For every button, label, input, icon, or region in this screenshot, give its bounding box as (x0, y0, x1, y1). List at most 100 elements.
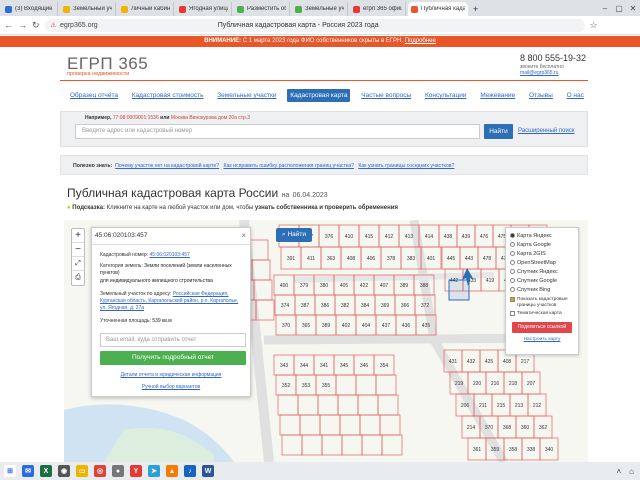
site-info-icon[interactable]: ⚠ (51, 22, 56, 29)
app-circle-icon[interactable]: ● (112, 465, 124, 477)
parcel-boundary (337, 394, 359, 416)
example-address[interactable]: Москва Винокурова дом 20а стр.3 (171, 115, 250, 121)
popup-close-icon[interactable]: × (241, 231, 246, 240)
email-link[interactable]: mail@egrp365.ru (520, 70, 558, 76)
nav-item[interactable]: Образец отчёта (67, 89, 121, 102)
layer-option[interactable]: Карта 2GIS (510, 249, 574, 258)
radio-icon[interactable] (510, 233, 515, 238)
word-icon[interactable]: W (202, 465, 214, 477)
browser-tab[interactable]: егрп 365 официа (350, 2, 406, 16)
telegram-icon[interactable]: ➤ (148, 465, 160, 477)
url-field[interactable]: ⚠ egrp365.org Публичная кадастровая карт… (44, 18, 585, 32)
browser-tab-bar: (3) Входящие — Ру Земельный участ Личный к… (0, 0, 640, 16)
parcel-number: 408 (503, 359, 512, 365)
tab-favicon-icon (353, 5, 360, 13)
phone-number[interactable]: 8 800 555-19-32 (520, 53, 586, 63)
radio-icon[interactable] (510, 260, 515, 265)
radio-icon[interactable] (510, 287, 515, 292)
radio-icon[interactable] (510, 269, 515, 274)
bookmark-star-icon[interactable]: ☆ (590, 20, 598, 31)
browser-tab[interactable]: Личный кабинет (118, 2, 174, 16)
nav-item[interactable]: Кадастровая карта (287, 89, 351, 102)
notice-link[interactable]: Подробнее (405, 38, 436, 44)
maximize-icon[interactable]: ▢ (612, 4, 626, 13)
layer-option[interactable]: Спутник Яндекс (510, 267, 574, 276)
minimize-icon[interactable]: – (598, 4, 612, 13)
app-blue-icon[interactable]: ♪ (184, 465, 196, 477)
chrome-icon[interactable]: ◎ (94, 465, 106, 477)
checkbox[interactable] (510, 297, 515, 302)
nav-item[interactable]: Земельные участки (214, 89, 279, 102)
parcel-number: 368 (503, 425, 512, 431)
network-icon[interactable]: ⌂ (629, 467, 634, 476)
parcel-number: 410 (345, 234, 354, 240)
print-icon[interactable]: ⎙ (72, 271, 84, 285)
parcel-number: 352 (282, 383, 291, 389)
layer-option[interactable]: Спутник Bing (510, 285, 574, 294)
layer-option[interactable]: OpenStreetMap (510, 258, 574, 267)
useful-link-3[interactable]: Как узнать границы соседних участков? (358, 163, 454, 169)
start-button[interactable]: ⊞ (4, 465, 16, 477)
browser-tab[interactable]: Земельный участ (60, 2, 116, 16)
configure-map-link[interactable]: Настроить карту (510, 337, 574, 342)
cad-num-value[interactable]: 45:06:020103:457 (150, 252, 190, 258)
email-input[interactable]: Ваш email, куда отправить отчет (100, 333, 246, 347)
parcel-number: 391 (287, 256, 296, 262)
radio-icon[interactable] (510, 251, 515, 256)
parcel-number: 378 (387, 256, 396, 262)
nav-item[interactable]: О нас (564, 89, 587, 102)
radio-icon[interactable] (510, 242, 515, 247)
search-input[interactable]: Введите адрес или кадастровый номер (75, 124, 480, 139)
mail-app-icon[interactable]: ✉ (22, 465, 34, 477)
chevron-up-icon[interactable]: ˄ (616, 467, 621, 476)
back-icon[interactable]: ← (4, 20, 13, 30)
parcel-number: 406 (367, 256, 376, 262)
get-report-button[interactable]: Получить подробный отчет (100, 351, 246, 365)
checkbox[interactable] (510, 311, 515, 316)
advanced-search-link[interactable]: Расширенный поиск (518, 128, 575, 134)
search-button[interactable]: Найти (484, 124, 513, 139)
browser-tab[interactable]: Ягодная улица — (176, 2, 232, 16)
manual-select-link[interactable]: Ручной выбор вариантов (92, 384, 250, 390)
folder-icon[interactable]: ▭ (76, 465, 88, 477)
browser-tab[interactable]: Разместить объяв (234, 2, 290, 16)
app-orange-icon[interactable]: ▲ (166, 465, 178, 477)
tab-favicon-icon (63, 5, 70, 13)
new-tab-icon[interactable]: + (470, 2, 484, 16)
details-link[interactable]: Детали отчета и юридическая информация (92, 372, 250, 378)
example-cad-num[interactable]: 77:08:0009001:1536 (113, 115, 159, 121)
useful-link-1[interactable]: Почему участок нет на кадастровой карте? (115, 163, 219, 169)
app-icon[interactable]: ◉ (58, 465, 70, 477)
browser-tab[interactable]: (3) Входящие — Ру (2, 2, 58, 16)
nav-item[interactable]: Кадастровая стоимость (129, 89, 207, 102)
parcel-boundary (301, 434, 323, 456)
zoom-out-button[interactable]: − (72, 243, 84, 257)
parcel-number: 384 (361, 303, 370, 309)
nav-item[interactable]: Частые вопросы (358, 89, 414, 102)
layer-option[interactable]: Карта Яндекс (510, 231, 574, 240)
popup-title: 45:06:020103:457 (95, 232, 148, 239)
forward-icon[interactable]: → (18, 20, 27, 30)
fullscreen-icon[interactable]: ⤢ (72, 257, 84, 271)
layer-option[interactable]: Спутник Google (510, 276, 574, 285)
parcel-number: 341 (320, 363, 329, 369)
yandex-browser-icon[interactable]: Y (130, 465, 142, 477)
radio-icon[interactable] (510, 278, 515, 283)
nav-item[interactable]: Межевание (477, 89, 518, 102)
nav-item[interactable]: Консультации (422, 89, 470, 102)
url-text: egrp365.org (59, 21, 98, 29)
browser-tab[interactable]: Земельные участ (292, 2, 348, 16)
browser-tab[interactable]: Публичная кадас (408, 2, 468, 16)
close-icon[interactable]: ✕ (626, 4, 640, 13)
nav-item[interactable]: Отзывы (526, 89, 556, 102)
map-find-button[interactable]: ⌕ Найти (276, 228, 312, 242)
layer-checkbox-row[interactable]: Показать кадастровые границы участков (510, 297, 574, 308)
reload-icon[interactable]: ↻ (32, 20, 40, 31)
layer-checkbox-row[interactable]: Тематическая карта (510, 311, 574, 317)
excel-icon[interactable]: X (40, 465, 52, 477)
useful-link-2[interactable]: Как исправить ошибку расположения границ… (223, 163, 354, 169)
layer-option[interactable]: Карта Google (510, 240, 574, 249)
share-link-button[interactable]: Поделиться ссылкой (512, 321, 572, 333)
zoom-in-button[interactable]: + (72, 229, 84, 243)
system-tray: ˄ ⌂ (616, 467, 634, 476)
